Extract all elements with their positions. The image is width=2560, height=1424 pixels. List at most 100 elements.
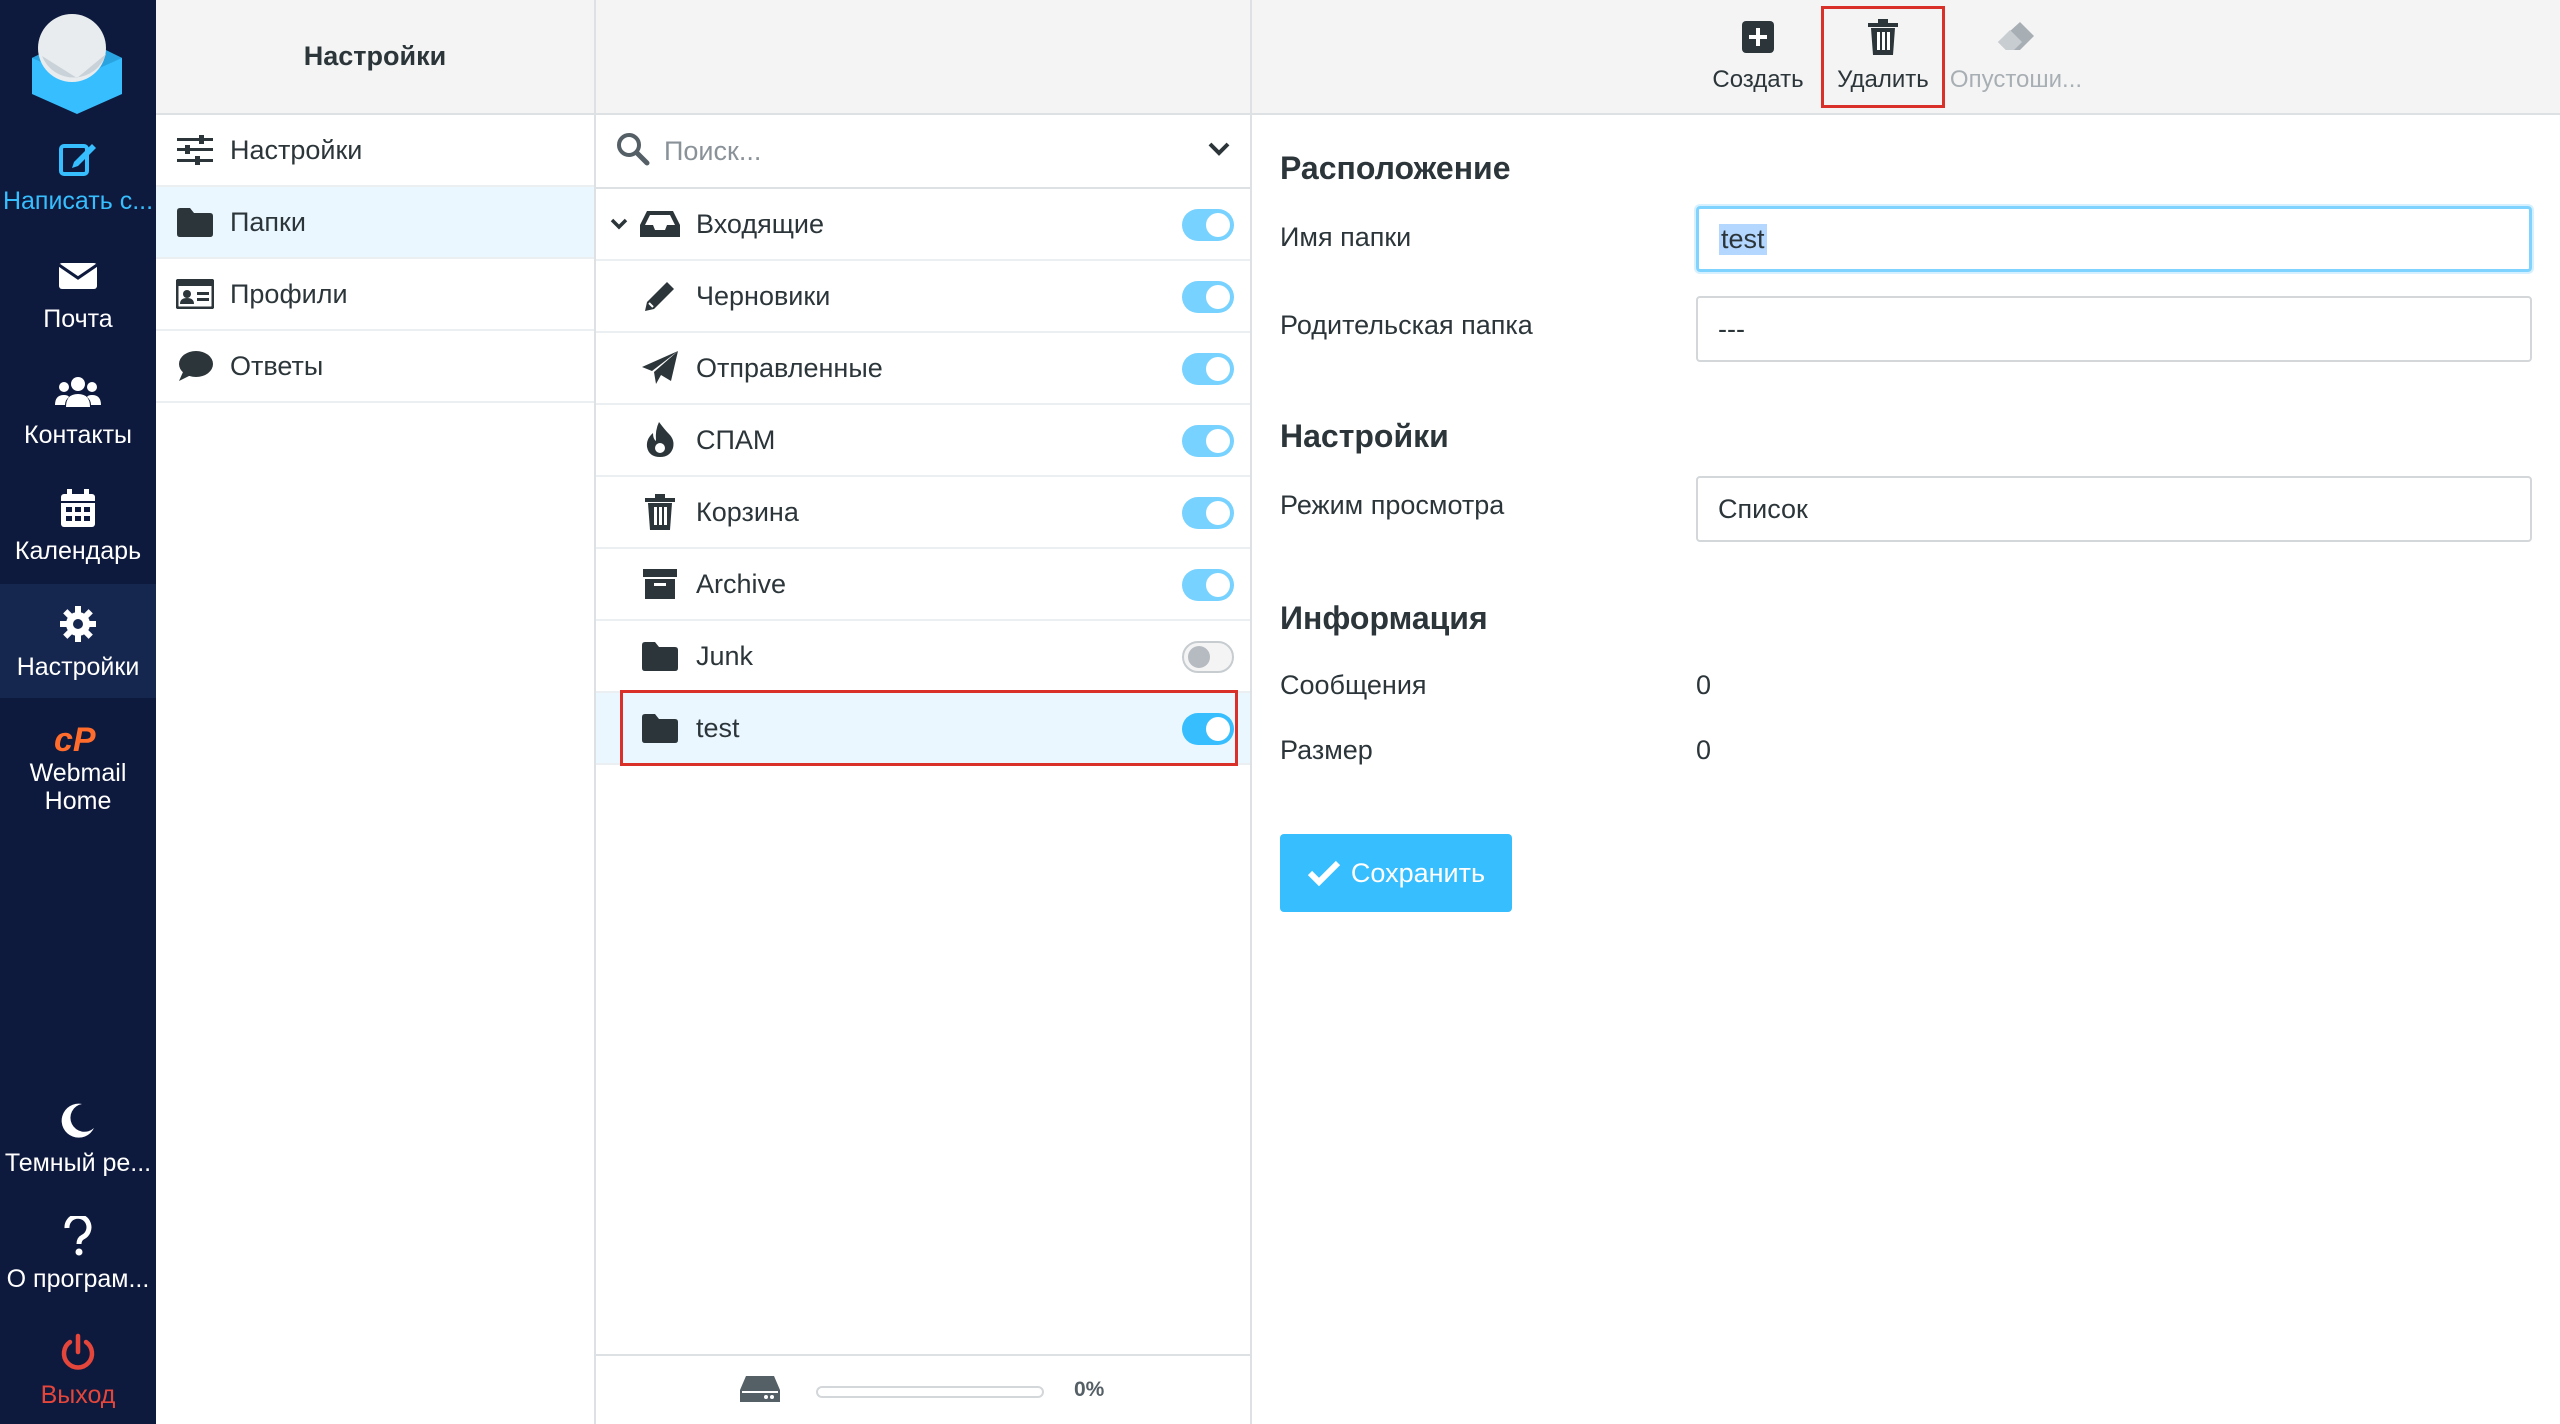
menu-item-label: Ответы — [230, 350, 324, 381]
subscribe-toggle[interactable] — [1182, 209, 1234, 241]
question-icon — [0, 1214, 156, 1258]
folder-list-panel: Поиск... Входящие Черновики Отправленные — [596, 0, 1252, 1424]
folder-name: Archive — [696, 568, 787, 599]
folder-name: СПАМ — [696, 424, 776, 455]
nav-calendar[interactable]: Календарь — [0, 468, 156, 582]
folder-detail-panel: Создать Удалить Опустоши... Расположение… — [1252, 0, 2560, 1424]
nav-cpanel-home[interactable]: cP Webmail Home — [0, 700, 156, 830]
location-section-title: Расположение — [1280, 150, 1511, 186]
folder-search[interactable]: Поиск... — [596, 115, 1250, 189]
folder-name-input[interactable]: test — [1696, 206, 2532, 272]
nav-contacts[interactable]: Контакты — [0, 352, 156, 466]
delete-highlight-frame — [1821, 6, 1945, 108]
size-label: Размер — [1280, 735, 1373, 765]
sliders-icon — [176, 131, 214, 169]
settings-header: Настройки — [156, 0, 594, 115]
messages-label: Сообщения — [1280, 670, 1427, 700]
subscribe-toggle[interactable] — [1182, 425, 1234, 457]
inbox-icon — [640, 204, 680, 244]
subscribe-toggle[interactable] — [1182, 641, 1234, 673]
subscribe-toggle[interactable] — [1182, 497, 1234, 529]
toggle-knob — [1188, 646, 1210, 668]
menu-item-responses[interactable]: Ответы — [156, 331, 594, 403]
parent-folder-select[interactable]: --- — [1696, 296, 2532, 362]
parent-folder-label: Родительская папка — [1280, 310, 1533, 340]
nav-dark-mode-label: Темный ре... — [4, 1149, 152, 1177]
archive-icon — [640, 564, 680, 604]
search-input[interactable]: Поиск... — [664, 136, 1208, 167]
folder-row-archive[interactable]: Archive — [596, 549, 1250, 621]
toggle-knob — [1206, 357, 1230, 381]
id-card-icon — [176, 275, 214, 313]
nav-compose[interactable]: Написать с... — [0, 118, 156, 232]
paper-plane-icon — [640, 348, 680, 388]
folder-name-value: test — [1719, 223, 1767, 255]
selected-folder-highlight-frame — [620, 690, 1238, 766]
toolbar: Создать Удалить Опустоши... — [1252, 0, 2560, 115]
subscribe-toggle[interactable] — [1182, 281, 1234, 313]
view-mode-label: Режим просмотра — [1280, 490, 1505, 520]
calendar-icon — [0, 486, 156, 530]
eraser-icon — [1946, 12, 2086, 62]
subscribe-toggle[interactable] — [1182, 569, 1234, 601]
nav-about-label: О програм... — [6, 1265, 150, 1293]
gear-icon — [0, 602, 156, 646]
svg-text:cP: cP — [54, 723, 96, 757]
hard-drive-icon — [740, 1374, 780, 1409]
menu-item-label: Профили — [230, 278, 348, 309]
folder-name: Корзина — [696, 496, 799, 527]
chevron-down-icon[interactable] — [1208, 141, 1230, 162]
cpanel-icon: cP — [0, 718, 156, 762]
comment-icon — [176, 347, 214, 385]
folder-row-inbox[interactable]: Входящие — [596, 189, 1250, 261]
toggle-knob — [1206, 501, 1230, 525]
menu-item-folders[interactable]: Папки — [156, 187, 594, 259]
users-icon — [0, 370, 156, 414]
roundcube-logo[interactable] — [22, 6, 132, 116]
folder-row-trash[interactable]: Корзина — [596, 477, 1250, 549]
nav-mail[interactable]: Почта — [0, 236, 156, 350]
collapse-caret-icon[interactable] — [604, 209, 634, 239]
messages-value: 0 — [1696, 670, 1712, 700]
nav-mail-label: Почта — [43, 305, 113, 333]
folder-row-sent[interactable]: Отправленные — [596, 333, 1250, 405]
nav-logout-label: Выход — [40, 1381, 116, 1409]
parent-folder-value: --- — [1718, 313, 1745, 344]
fire-icon — [640, 420, 680, 460]
view-mode-select[interactable]: Список — [1696, 476, 2532, 542]
quota-percent: 0% — [1074, 1378, 1105, 1401]
menu-item-preferences[interactable]: Настройки — [156, 115, 594, 187]
settings-section-title: Настройки — [1280, 418, 1449, 454]
folder-row-spam[interactable]: СПАМ — [596, 405, 1250, 477]
compose-icon — [0, 136, 156, 180]
settings-menu: Настройки Настройки Папки Профили Ответы — [156, 0, 596, 1424]
create-label: Создать — [1712, 66, 1804, 93]
folder-name: Входящие — [696, 208, 825, 239]
create-button[interactable]: Создать — [1698, 12, 1818, 108]
nav-settings[interactable]: Настройки — [0, 584, 156, 698]
empty-folder-label: Опустоши... — [1949, 66, 2083, 93]
pencil-icon — [640, 276, 680, 316]
folder-row-drafts[interactable]: Черновики — [596, 261, 1250, 333]
toggle-knob — [1206, 213, 1230, 237]
moon-icon — [0, 1098, 156, 1142]
nav-dark-mode[interactable]: Темный ре... — [0, 1080, 156, 1194]
toggle-knob — [1206, 429, 1230, 453]
menu-item-identities[interactable]: Профили — [156, 259, 594, 331]
folder-icon — [640, 636, 680, 676]
nav-about[interactable]: О програм... — [0, 1196, 156, 1310]
check-icon — [1307, 860, 1341, 886]
toggle-knob — [1206, 285, 1230, 309]
folder-name: Черновики — [696, 280, 831, 311]
view-mode-value: Список — [1718, 493, 1808, 524]
save-button[interactable]: Сохранить — [1280, 834, 1512, 912]
folder-row-junk[interactable]: Junk — [596, 621, 1250, 693]
quota-bar — [816, 1386, 1044, 1398]
folder-name: Junk — [696, 640, 754, 671]
search-icon[interactable] — [616, 132, 650, 171]
menu-item-label: Настройки — [230, 134, 363, 165]
nav-logout[interactable]: Выход — [0, 1312, 156, 1424]
empty-folder-button[interactable]: Опустоши... — [1946, 12, 2086, 108]
nav-calendar-label: Календарь — [14, 537, 142, 565]
subscribe-toggle[interactable] — [1182, 353, 1234, 385]
